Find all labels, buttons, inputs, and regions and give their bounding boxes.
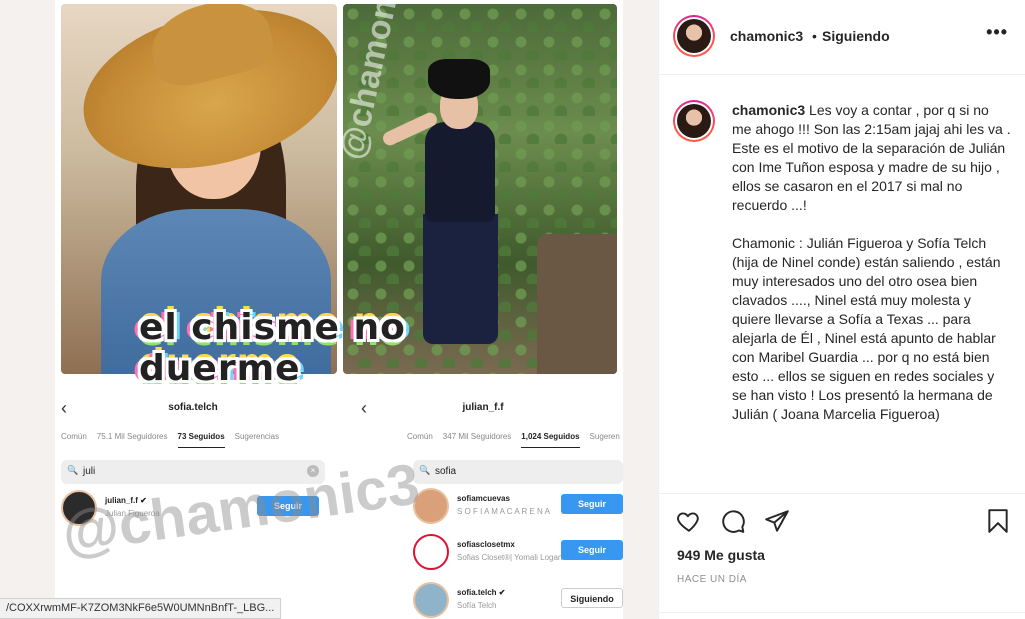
ig-avatar [413, 534, 449, 570]
caption-avatar[interactable] [673, 100, 715, 142]
ig-tab: Sugerencias [234, 432, 280, 441]
action-bar: 949 Me gusta HACE UN DÍA [659, 493, 1025, 619]
share-icon[interactable] [764, 508, 790, 534]
ig-tabs: Común 75.1 Mil Seguidores 73 Seguidos Su… [55, 432, 331, 448]
ig-tab: 347 Mil Seguidores [442, 432, 512, 441]
ig-tab-active: 73 Seguidos [177, 432, 225, 448]
more-options-icon[interactable]: ••• [986, 22, 1008, 43]
ig-search-text: juli [83, 466, 96, 477]
ig-result-row: sofia.telch ✔ Sofía Telch Siguiendo [413, 582, 623, 619]
comment-icon[interactable] [720, 508, 746, 534]
ig-row-user: sofia.telch ✔ [457, 588, 506, 597]
ig-follow-button: Seguir [561, 540, 623, 560]
post-sidebar: chamonic3 • Siguiendo ••• chamonic3 Les … [658, 0, 1025, 619]
ig-search-field: sofia [413, 460, 623, 484]
post-timestamp[interactable]: HACE UN DÍA [677, 574, 747, 585]
ig-row-sub: Sofias Closet®| Yomali Logan [457, 553, 563, 562]
heart-icon[interactable] [676, 508, 702, 534]
collage-image: @chamonic3 el chisme no duerme ‹ sofia.t… [55, 0, 623, 619]
black-hat [428, 59, 490, 99]
man-shirt [425, 122, 495, 222]
like-count[interactable]: 949 Me gusta [677, 547, 765, 563]
instagram-post-view: @chamonic3 el chisme no duerme ‹ sofia.t… [0, 0, 1025, 619]
banner-text: el chisme no duerme [139, 307, 406, 389]
caption-text: chamonic3 Les voy a contar , por q si no… [732, 101, 1012, 424]
post-media[interactable]: @chamonic3 el chisme no duerme ‹ sofia.t… [0, 0, 658, 619]
following-button[interactable]: Siguiendo [822, 28, 890, 44]
ig-row-user: sofiasclosetmx [457, 540, 515, 549]
separator-dot: • [812, 28, 817, 44]
ig-result-row: sofiasclosetmx Sofias Closet®| Yomali Lo… [413, 534, 623, 574]
ig-profile-title: julian_f.f [462, 402, 504, 413]
ig-row-user: sofiamcuevas [457, 494, 510, 503]
ig-search-text: sofia [435, 466, 457, 477]
caption-area: chamonic3 Les voy a contar , por q si no… [659, 76, 1025, 493]
ig-tabs: Común 347 Mil Seguidores 1,024 Seguidos … [343, 432, 623, 448]
caption-body: Les voy a contar , por q si no me ahogo … [732, 102, 1011, 422]
caption-username[interactable]: chamonic3 [732, 102, 805, 118]
ig-tab-active: 1,024 Seguidos [521, 432, 580, 448]
ig-row-sub: S O F I A M A C A R E N A [457, 507, 550, 516]
ig-tab: Común [407, 432, 433, 441]
avatar[interactable] [673, 15, 715, 57]
status-bar-url: /COXXrwmMF-K7ZOM3NkF6e5W0UMNnBnfT-_LBG..… [0, 598, 282, 619]
bookmark-icon[interactable] [985, 508, 1011, 534]
ig-result-row: sofiamcuevas S O F I A M A C A R E N A S… [413, 488, 623, 528]
comment-divider [659, 612, 1025, 619]
ig-row-sub: Sofía Telch [457, 601, 497, 610]
ig-tab: Sugeren [589, 432, 620, 441]
ig-avatar [413, 582, 449, 618]
header-username[interactable]: chamonic3 [730, 28, 803, 44]
avatar-image [677, 104, 711, 138]
ig-tab: 75.1 Mil Seguidores [96, 432, 168, 441]
ig-follow-button: Seguir [561, 494, 623, 514]
ig-profile-title: sofia.telch [168, 402, 218, 413]
ig-tab: Común [61, 432, 87, 441]
ig-following-button: Siguiendo [561, 588, 623, 608]
post-header: chamonic3 • Siguiendo ••• [659, 0, 1025, 75]
avatar-image [677, 19, 711, 53]
